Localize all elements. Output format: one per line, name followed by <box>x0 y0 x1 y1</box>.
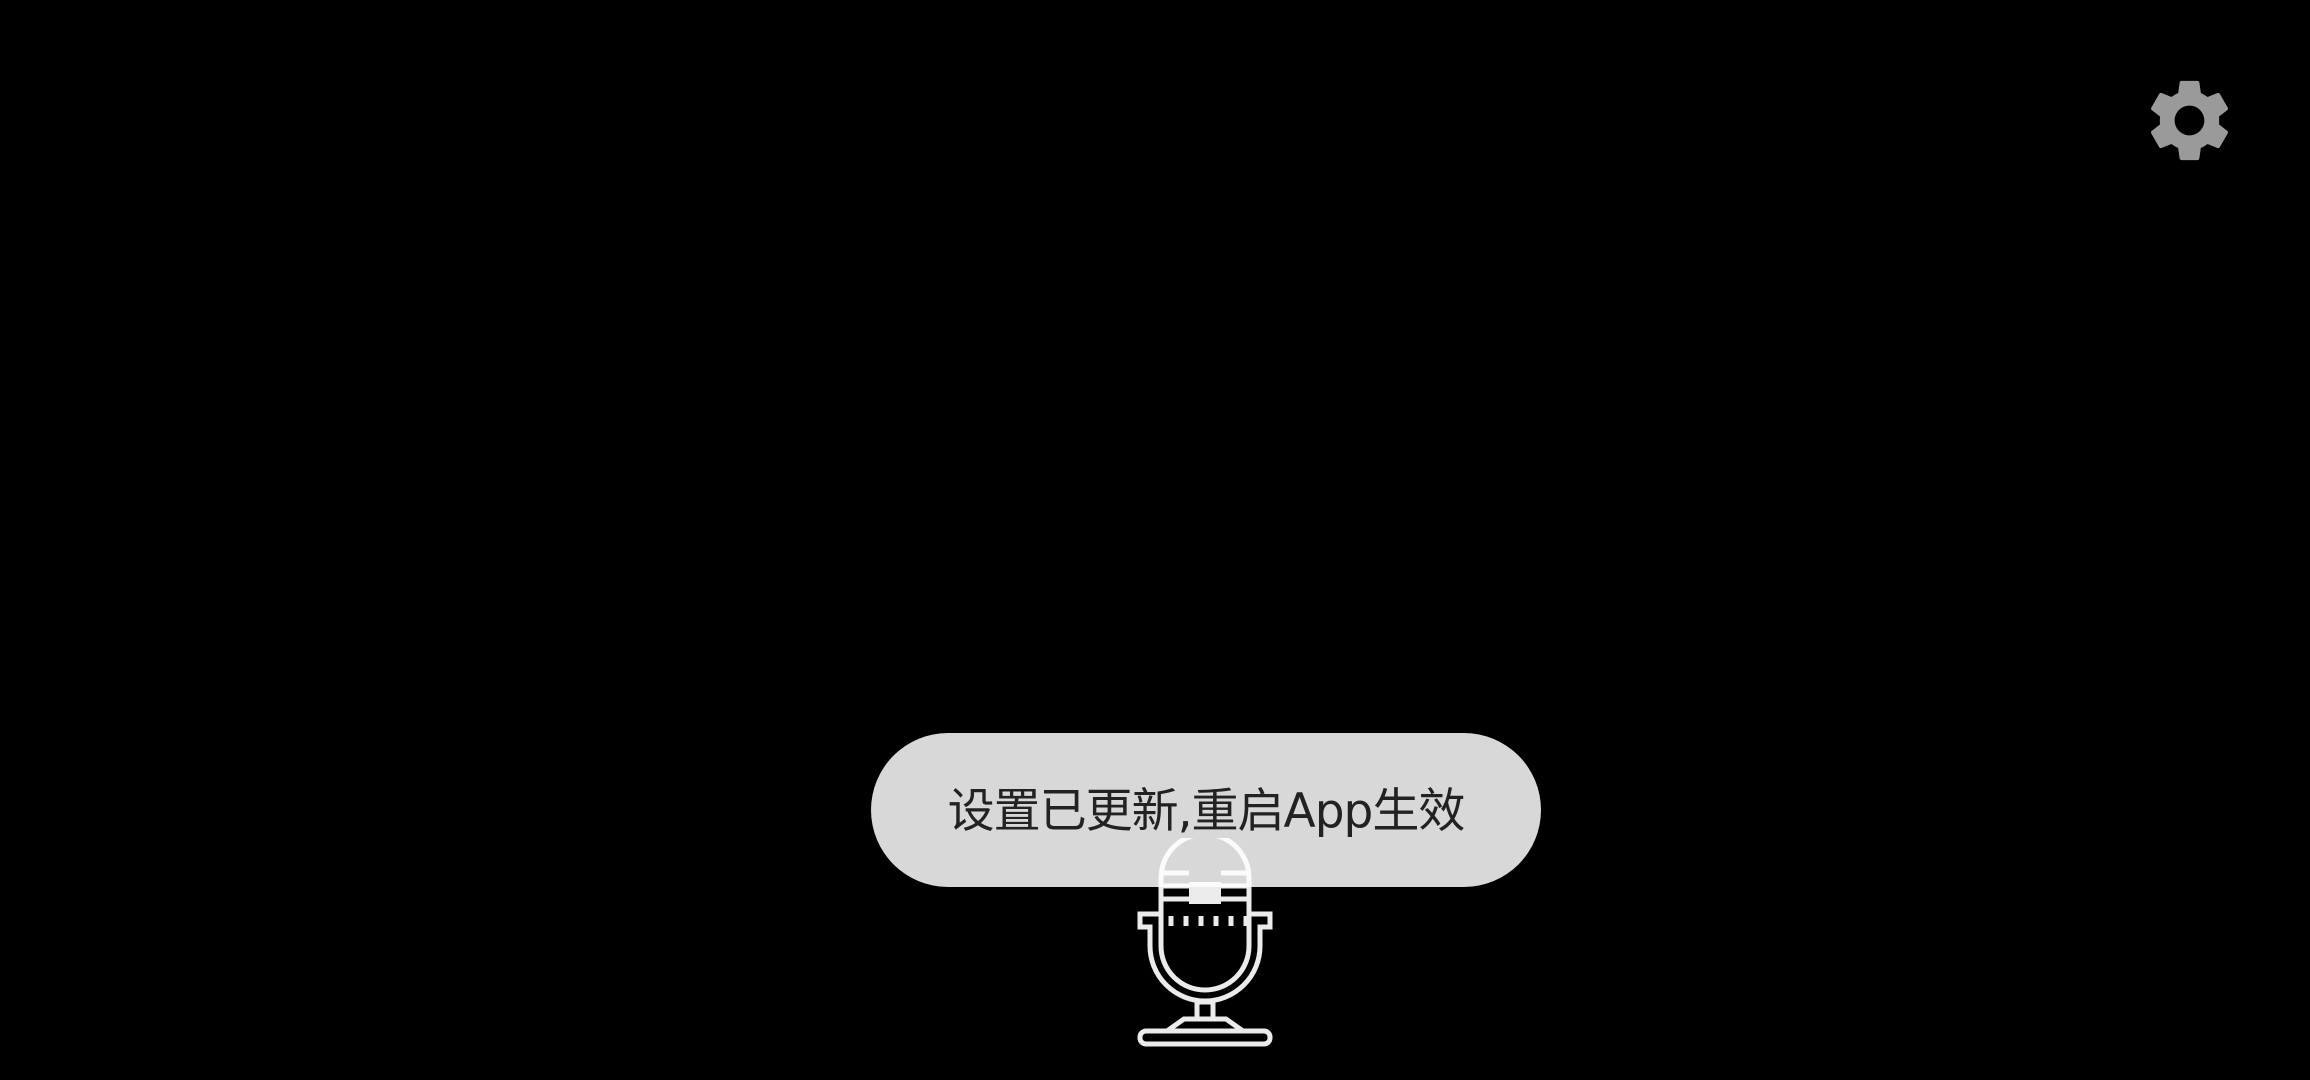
settings-button[interactable] <box>2140 71 2239 170</box>
toast-text: 设置已更新,重启App生效 <box>947 783 1466 839</box>
gear-icon <box>2150 80 2229 161</box>
microphone-icon <box>1137 831 1273 1047</box>
record-button[interactable] <box>1134 831 1276 1048</box>
